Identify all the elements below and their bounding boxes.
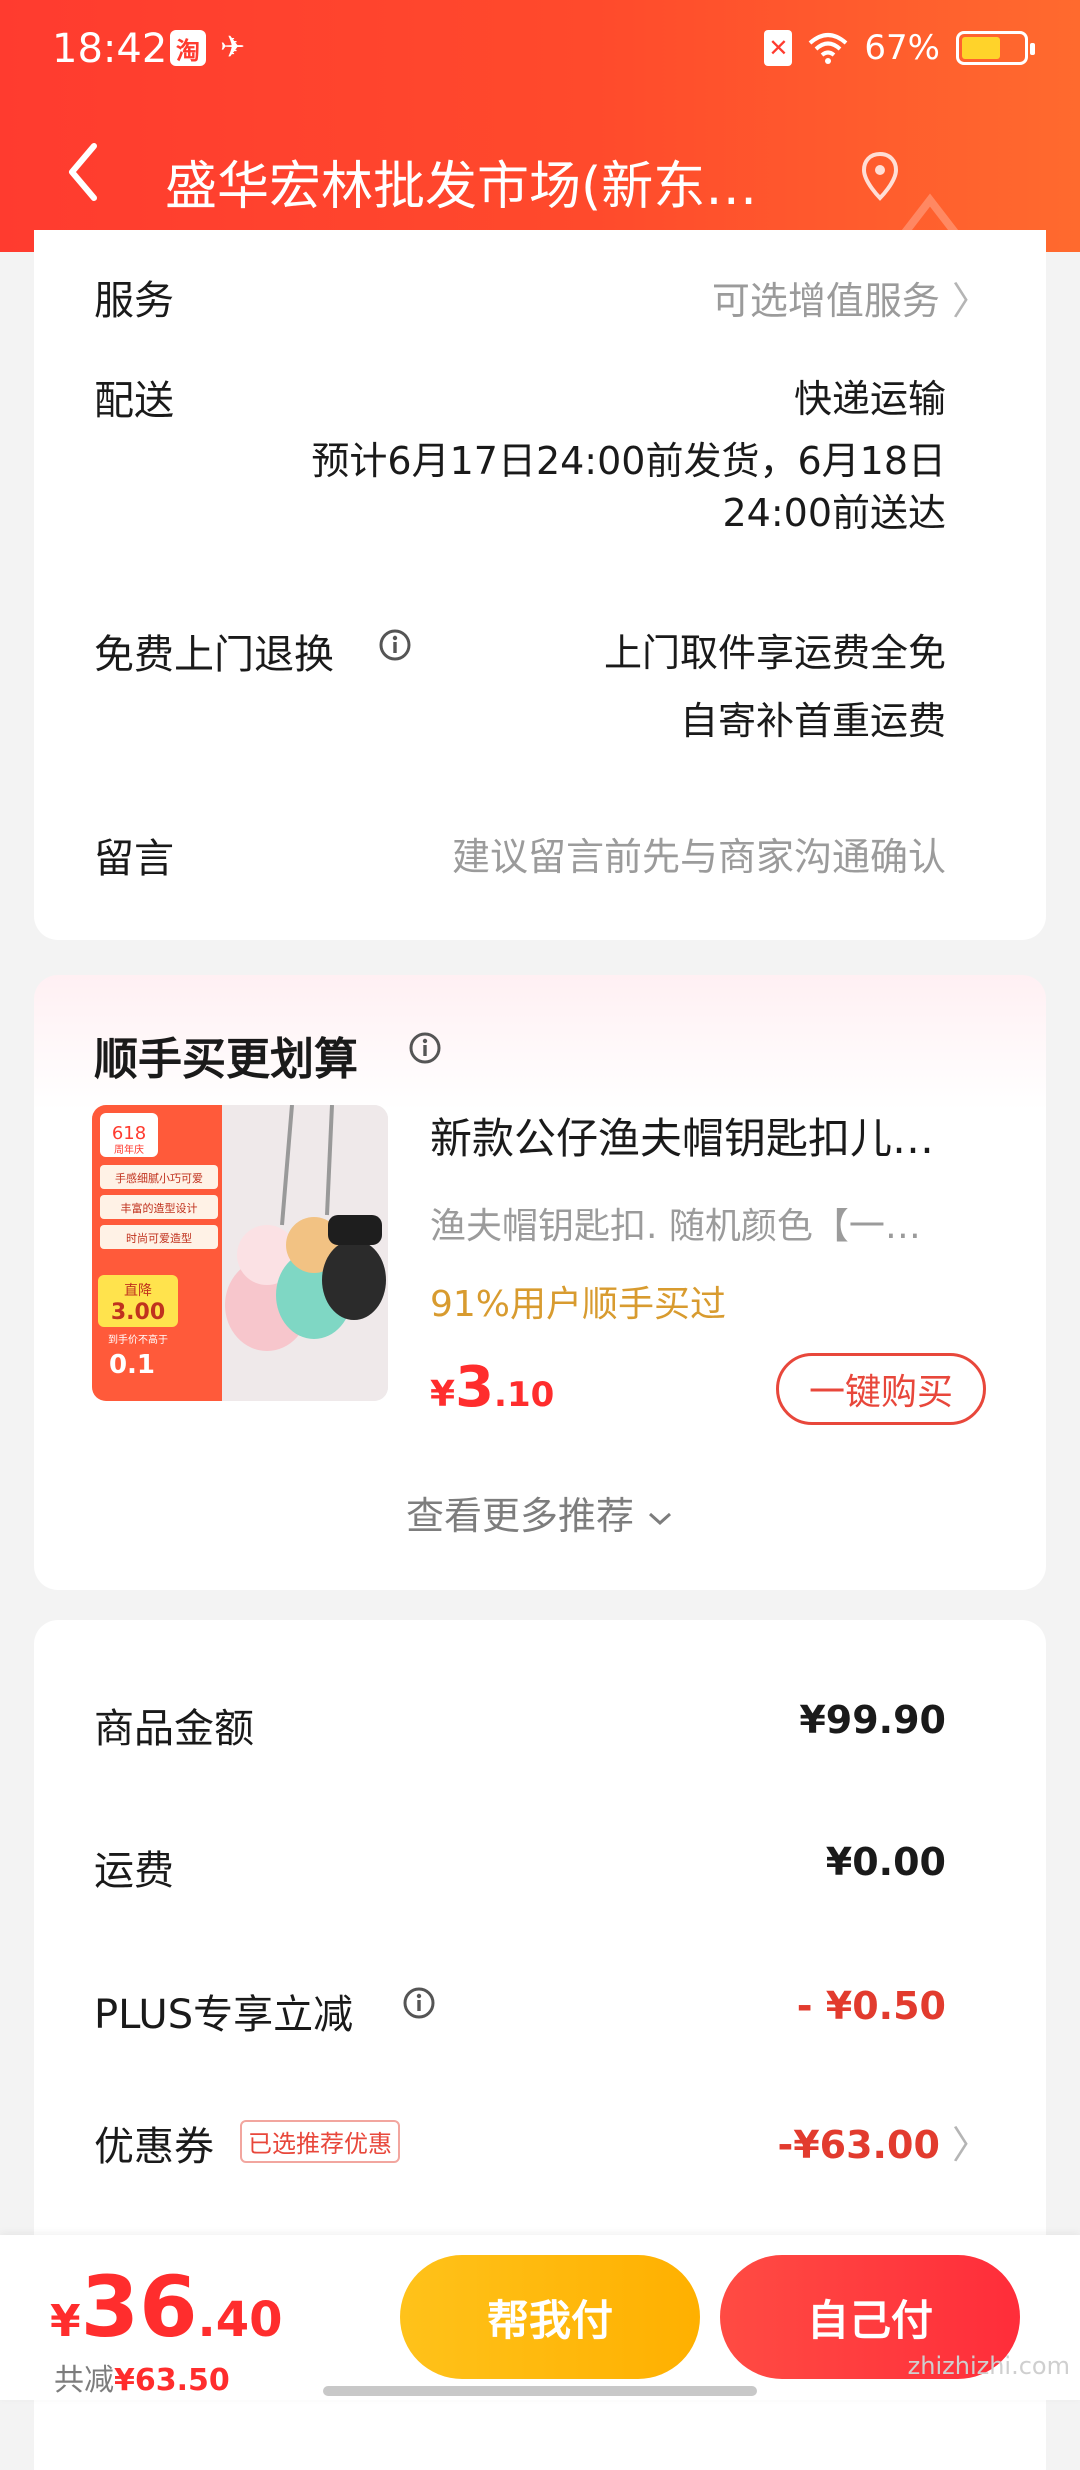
recommend-item-title[interactable]: 新款公仔渔夫帽钥匙扣儿… [430,1105,1020,1166]
delivery-label: 配送 [94,378,174,424]
service-row-value[interactable]: 可选增值服务 〉 [712,270,990,325]
info-icon[interactable] [408,1031,442,1065]
goods-amount-label: 商品金额 [94,1706,254,1752]
back-icon[interactable] [64,142,100,202]
page-title: 盛华宏林批发市场(新东… [165,157,758,217]
price-int: 3 [455,1355,495,1420]
shipping-label: 运费 [94,1848,174,1894]
total-int: 36 [80,2258,198,2356]
total-dec: .40 [197,2292,283,2348]
one-click-buy-button[interactable]: 一键购买 [776,1353,986,1425]
info-icon[interactable] [402,1986,436,2020]
status-right: ✕ 67% [764,28,1035,68]
taobao-notification-icon: 淘 [170,30,206,66]
header: 18:42 淘 ✈ ✕ 67% 盛华宏林批发市场(新东… [0,0,1080,334]
price-currency: ¥ [430,1374,456,1415]
battery-icon [956,31,1035,65]
saved-prefix: 共减 [54,2363,114,2398]
return-label: 免费上门退换 [94,632,334,678]
help-me-pay-button[interactable]: 帮我付 [400,2255,700,2379]
shipping-value: ¥0.00 [825,1840,946,1884]
recommend-item-stat: 91%用户顺手买过 [430,1284,727,1325]
thumb-line2: 丰富的造型设计 [121,1201,198,1215]
wifi-icon [809,33,848,64]
thumb-line3: 时尚可爱造型 [126,1231,192,1245]
nav-bar: 盛华宏林批发市场(新东… [0,120,1080,334]
coupon-row[interactable]: -¥63.00 〉 [777,2114,990,2169]
product-thumbnail[interactable]: 618 周年庆 手感细腻小巧可爱 丰富的造型设计 时尚可爱造型 直降 3.00 … [92,1105,388,1401]
goods-amount-value: ¥99.90 [799,1698,946,1742]
thumb-anniv: 周年庆 [114,1143,144,1156]
battery-level [962,37,1001,59]
product-image: 618 周年庆 手感细腻小巧可爱 丰富的造型设计 时尚可爱造型 直降 3.00 … [92,1105,388,1401]
message-label: 留言 [94,836,174,882]
delivery-method: 快递运输 [793,377,946,421]
recommend-title: 顺手买更划算 [94,1034,358,1085]
return-line1: 上门取件享运费全免 [603,631,946,675]
battery-percent: 67% [864,28,940,68]
info-icon[interactable] [378,628,412,662]
return-line2: 自寄补首重运费 [679,699,946,743]
saved-value: ¥63.50 [114,2363,230,2398]
delivery-estimate-line1: 预计6月17日24:00前发货，6月18日 [311,439,946,483]
chevron-down-icon [649,1512,672,1526]
chevron-right-icon: 〉 [951,2123,990,2167]
chevron-right-icon: 〉 [951,279,990,323]
coupon-value: -¥63.00 [777,2123,940,2167]
plus-discount-value: - ¥0.50 [796,1984,946,2028]
bird-notification-icon: ✈ [220,30,246,65]
coupon-badge: 已选推荐优惠 [240,2120,400,2163]
total-saved: 共减¥63.50 [54,2355,230,2399]
home-indicator[interactable] [323,2386,757,2396]
total-currency: ¥ [50,2296,81,2347]
service-label: 服务 [94,278,174,324]
coupon-label: 优惠券 [94,2124,214,2170]
delivery-estimate-line2: 24:00前送达 [722,491,946,535]
total-price: ¥36.40 [50,2265,283,2349]
order-info-card: 服务 可选增值服务 〉 配送 快递运输 预计6月17日24:00前发货，6月18… [34,230,1046,940]
sim-off-icon: ✕ [764,30,793,66]
thumb-promo-small: 到手价不高于 [108,1333,168,1346]
thumb-promo-price: 0.1 [109,1350,155,1380]
price-dec: .10 [494,1375,555,1415]
thumb-618: 618 [112,1123,146,1144]
plus-discount-label: PLUS专享立减 [94,1992,354,2038]
watermark: zhizhizhi.com [907,2352,1070,2380]
thumb-promo-label: 直降 [124,1282,152,1299]
service-value: 可选增值服务 [711,279,940,323]
message-input[interactable]: 建议留言前先与商家沟通确认 [452,826,946,881]
more-recommend-label: 查看更多推荐 [405,1494,634,1538]
thumb-line1: 手感细腻小巧可爱 [115,1171,203,1185]
recommend-card: 顺手买更划算 618 周年庆 手感细腻小巧可爱 丰富的造型设计 时尚可爱造型 直… [34,975,1046,1590]
status-bar: 18:42 淘 ✈ ✕ 67% [0,0,1080,100]
status-time: 18:42 [52,26,168,72]
thumb-promo-amount: 3.00 [111,1300,165,1325]
more-recommend-link[interactable]: 查看更多推荐 [34,1485,1046,1540]
recommend-item-price: ¥3.10 [430,1355,554,1420]
recommend-item-subtitle: 渔夫帽钥匙扣. 随机颜色【一… [430,1206,921,1247]
